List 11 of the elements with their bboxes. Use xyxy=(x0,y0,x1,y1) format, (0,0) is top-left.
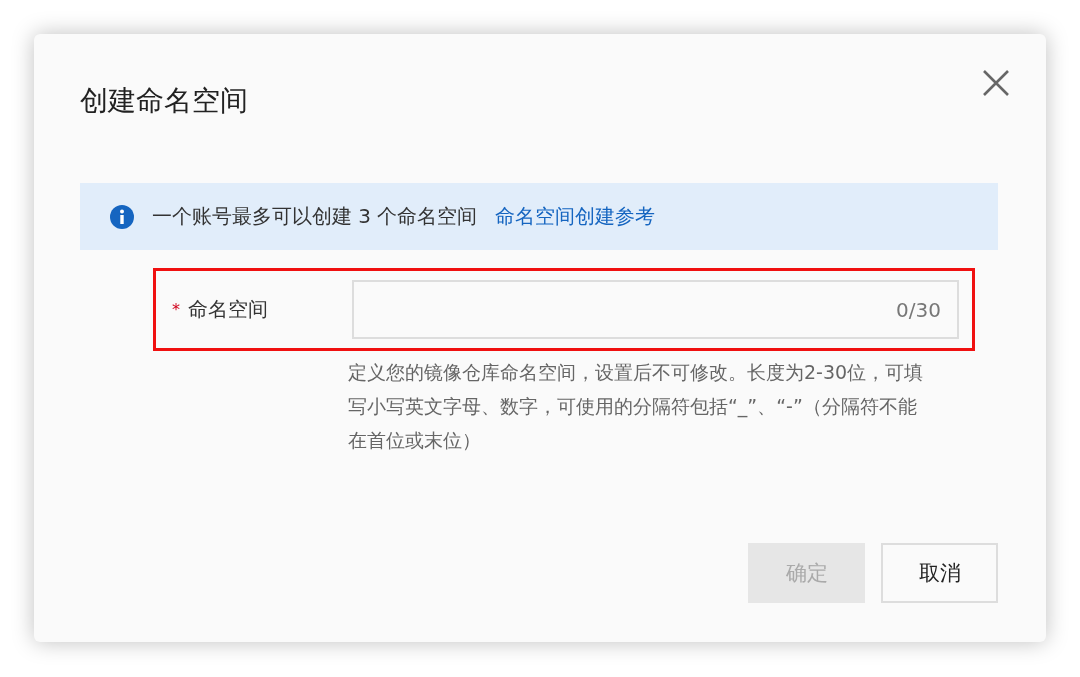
reference-link[interactable]: 命名空间创建参考 xyxy=(495,203,656,230)
notice-text: 一个账号最多可以创建 3 个命名空间 xyxy=(152,203,478,230)
info-icon xyxy=(110,204,134,229)
dialog-title: 创建命名空间 xyxy=(80,83,248,119)
namespace-input-field[interactable]: 0/30 xyxy=(352,280,959,339)
close-icon[interactable] xyxy=(982,69,1010,97)
cancel-button[interactable]: 取消 xyxy=(881,543,998,603)
field-hint: 定义您的镜像仓库命名空间，设置后不可修改。长度为2-30位，可填写小写英文字母、数字，可使用的分隔符包括“_”、“-”（分隔符不能在首位或末位） xyxy=(348,360,925,453)
required-mark: * xyxy=(172,300,180,319)
character-counter: 0/30 xyxy=(896,297,941,322)
field-label: 命名空间 xyxy=(188,296,268,323)
